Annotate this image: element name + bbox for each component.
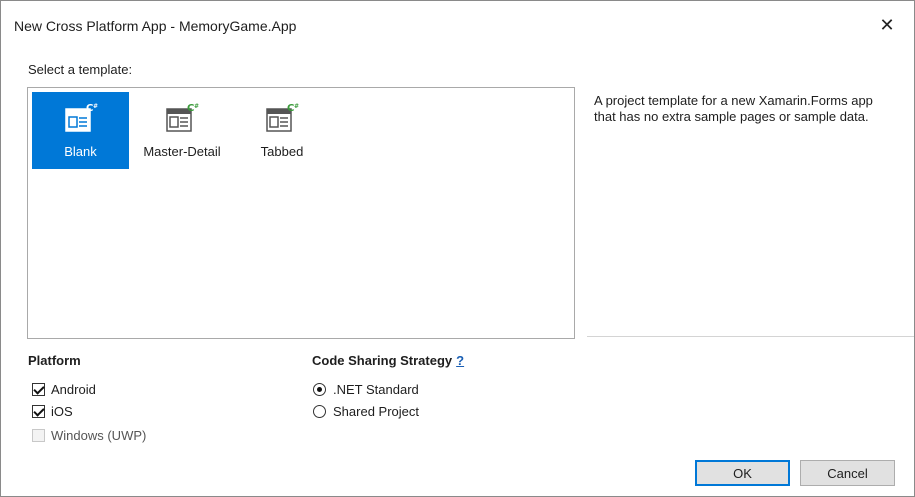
template-list[interactable]: C # Blank C # Master-Detail C # Tabbed bbox=[27, 87, 575, 339]
close-button[interactable]: ✕ bbox=[872, 12, 902, 38]
windows-uwp-checkbox bbox=[32, 429, 45, 442]
code-sharing-help-link[interactable]: ? bbox=[456, 353, 464, 368]
platform-heading: Platform bbox=[28, 353, 81, 368]
template-item-blank[interactable]: C # Blank bbox=[32, 92, 129, 169]
master-detail-template-icon: C # bbox=[166, 103, 199, 132]
description-divider bbox=[587, 336, 914, 337]
code-sharing-heading: Code Sharing Strategy? bbox=[312, 353, 464, 368]
ok-button[interactable]: OK bbox=[695, 460, 790, 486]
shared-project-radio[interactable] bbox=[313, 405, 326, 418]
tabbed-template-icon: C # bbox=[266, 103, 299, 132]
blank-template-icon: C # bbox=[64, 103, 98, 132]
template-item-master-detail[interactable]: C # Master-Detail bbox=[134, 92, 230, 169]
template-item-tabbed[interactable]: C # Tabbed bbox=[234, 92, 330, 169]
title-bar: New Cross Platform App - MemoryGame.App … bbox=[1, 1, 914, 45]
new-cross-platform-app-dialog: New Cross Platform App - MemoryGame.App … bbox=[0, 0, 915, 497]
template-label-blank: Blank bbox=[64, 144, 97, 159]
platform-option-android[interactable]: Android bbox=[32, 382, 96, 397]
template-label-master-detail: Master-Detail bbox=[143, 144, 221, 159]
svg-text:#: # bbox=[194, 103, 199, 110]
android-checkbox[interactable] bbox=[32, 383, 45, 396]
window-title: New Cross Platform App - MemoryGame.App bbox=[14, 18, 297, 34]
ios-checkbox[interactable] bbox=[32, 405, 45, 418]
close-icon: ✕ bbox=[879, 14, 895, 35]
windows-uwp-label: Windows (UWP) bbox=[51, 428, 147, 443]
platform-option-ios[interactable]: iOS bbox=[32, 404, 73, 419]
code-sharing-heading-text: Code Sharing Strategy bbox=[312, 353, 453, 368]
select-template-label: Select a template: bbox=[28, 62, 133, 77]
sharing-option-shared-project[interactable]: Shared Project bbox=[313, 404, 419, 419]
svg-text:#: # bbox=[294, 103, 299, 110]
svg-text:#: # bbox=[93, 103, 98, 110]
template-description: A project template for a new Xamarin.For… bbox=[594, 93, 873, 124]
ios-label: iOS bbox=[51, 404, 73, 419]
cancel-button[interactable]: Cancel bbox=[800, 460, 895, 486]
sharing-option-net-standard[interactable]: .NET Standard bbox=[313, 382, 419, 397]
android-label: Android bbox=[51, 382, 96, 397]
shared-project-label: Shared Project bbox=[333, 404, 419, 419]
net-standard-label: .NET Standard bbox=[333, 382, 419, 397]
platform-option-windows-uwp: Windows (UWP) bbox=[32, 428, 146, 443]
net-standard-radio[interactable] bbox=[313, 383, 326, 396]
template-label-tabbed: Tabbed bbox=[260, 144, 304, 159]
